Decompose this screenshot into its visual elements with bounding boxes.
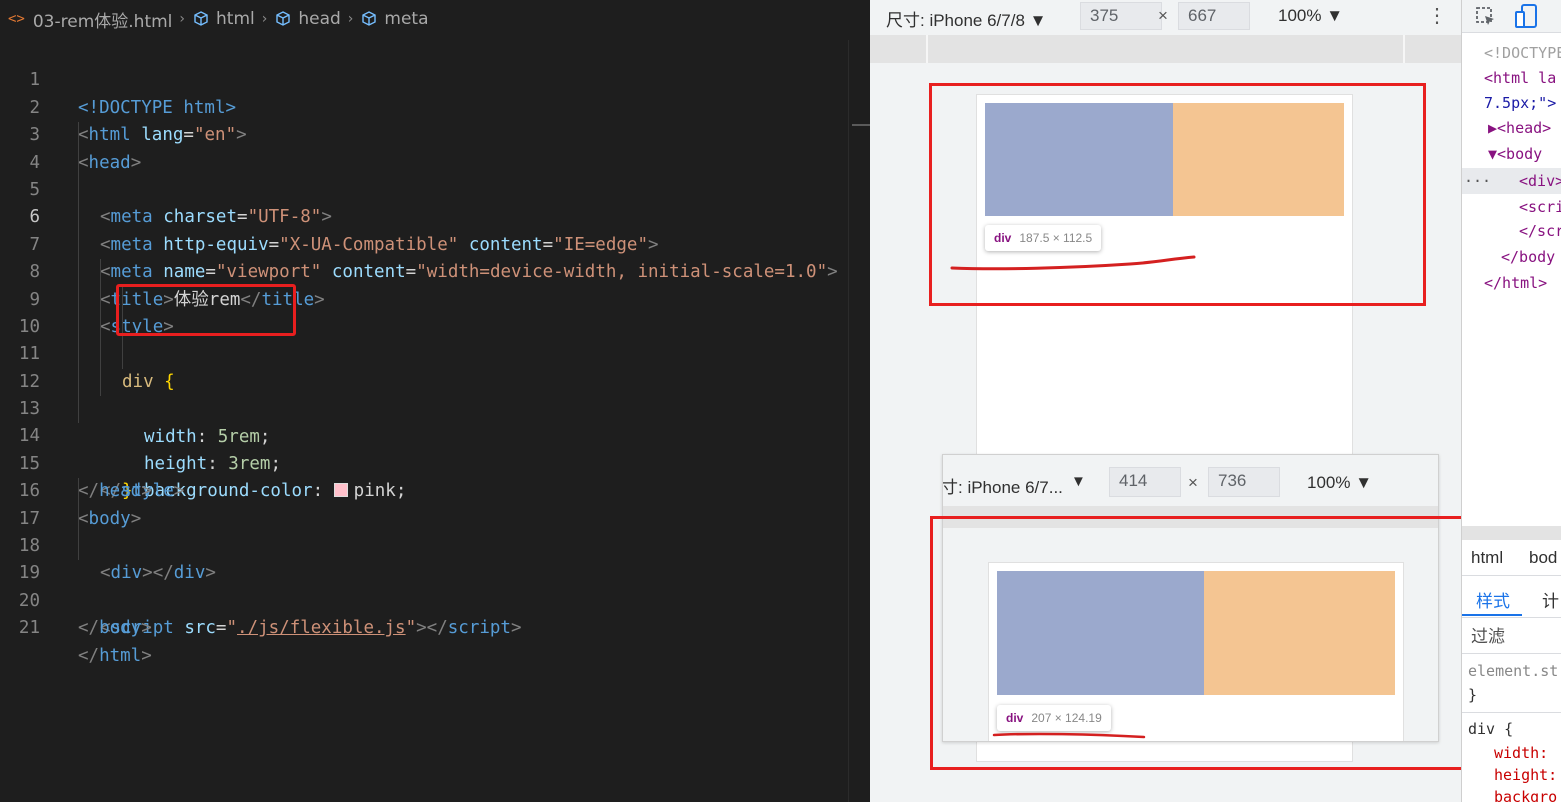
code-editor[interactable]: <> 03-rem体验.html › html › head › meta 1 …	[0, 0, 870, 802]
chevron-right-icon: ›	[179, 11, 185, 27]
width-input-second[interactable]: 414	[1109, 467, 1181, 497]
element-cube-icon	[362, 11, 377, 26]
times-icon: ×	[1188, 473, 1198, 492]
breadcrumb: <> 03-rem体验.html › html › head › meta	[0, 0, 870, 38]
rule-width-prop[interactable]: width:	[1494, 744, 1548, 762]
code-line: 18	[0, 505, 870, 556]
device-toolbar-second: 寸: iPhone 6/7... ▼ 414 × 736 100% ▼	[943, 465, 1438, 501]
dom-node-selected[interactable]: <div>	[1519, 168, 1561, 194]
annotation-box-device-1	[929, 83, 1426, 306]
height-input-second[interactable]: 736	[1208, 467, 1280, 497]
code-line: 2 <html lang="en">	[0, 67, 870, 145]
tab-active-indicator	[1462, 614, 1522, 616]
tab-computed[interactable]: 计	[1542, 587, 1559, 612]
dom-node[interactable]: ▼<body	[1488, 141, 1542, 167]
devtools-toolbar	[1462, 0, 1561, 33]
breadcrumb-file[interactable]: 03-rem体验.html	[33, 7, 173, 32]
dom-node[interactable]: ▶<head>	[1488, 115, 1551, 141]
code-line: 1 <!DOCTYPE html>	[0, 40, 870, 117]
element-style-close: }	[1468, 686, 1478, 704]
inspect-element-icon[interactable]	[1474, 5, 1498, 29]
code-line: 4 <meta charset="UTF-8">	[0, 122, 870, 227]
code-line: 8 <style>	[0, 231, 870, 337]
breadcrumb-head[interactable]: head	[274, 9, 341, 29]
code-line: 12 background-color: pink;	[0, 341, 870, 501]
styles-tabs: 样式 计	[1462, 578, 1561, 618]
zoom-select[interactable]: 100% ▼	[1278, 6, 1343, 26]
rule-bg-prop[interactable]: backgro	[1494, 788, 1557, 802]
zoom-select-second[interactable]: 100% ▼	[1307, 473, 1372, 493]
breadcrumb-html[interactable]: html	[192, 9, 255, 29]
code-line: 5 <meta http-equiv="X-UA-Compatible" con…	[0, 149, 870, 255]
devtools-panel[interactable]: <!DOCTYPE <html la 7.5px;"> ▶<head> ▼<bo…	[1461, 0, 1561, 802]
dom-node[interactable]: <html la	[1484, 65, 1556, 91]
dom-node[interactable]: </html>	[1484, 270, 1547, 296]
dom-breadcrumb-body[interactable]: bod	[1529, 548, 1557, 568]
dom-node[interactable]: <scri	[1519, 194, 1561, 220]
breadcrumb-meta[interactable]: meta	[360, 9, 429, 29]
styles-filter-input[interactable]: 过滤	[1462, 620, 1561, 654]
dom-node[interactable]: </scr	[1519, 218, 1561, 244]
device-select-second[interactable]: 寸: iPhone 6/7...	[943, 473, 1063, 498]
code-line: 3 <head>	[0, 95, 870, 172]
rule-selector[interactable]: div {	[1468, 720, 1513, 738]
code-line: 14 </style>	[0, 396, 870, 501]
height-input[interactable]: 667	[1178, 2, 1250, 30]
html-file-icon: <>	[8, 11, 25, 27]
device-toggle-icon[interactable]	[1514, 3, 1540, 31]
minimap-cursor	[852, 124, 870, 126]
panel-splitter[interactable]	[1462, 526, 1561, 540]
code-line: 9 div {	[0, 259, 870, 392]
code-line: 13 }	[0, 368, 870, 501]
code-line: 17 <div></div>	[0, 478, 870, 583]
code-line-active: 6 <meta name="viewport" content="width=d…	[0, 176, 870, 282]
code-line: 16 <body>	[0, 451, 870, 528]
tab-styles[interactable]: 样式	[1476, 587, 1510, 612]
minimap[interactable]	[848, 40, 870, 802]
element-style-selector: element.st	[1468, 662, 1559, 680]
dom-breadcrumb-html[interactable]: html	[1471, 548, 1503, 568]
dom-breadcrumb: html bod	[1462, 540, 1561, 576]
code-line: 21 </html>	[0, 588, 870, 665]
device-select[interactable]: 尺寸: iPhone 6/7/8 ▼	[886, 6, 1046, 31]
annotation-box-device-2	[930, 516, 1482, 770]
code-line: 7 <title>体验rem</title>	[0, 204, 870, 310]
annotation-box-code	[116, 284, 296, 336]
times-icon: ×	[1158, 6, 1168, 25]
node-ellipsis-icon[interactable]: ···	[1464, 168, 1491, 194]
code-line: 20 </body>	[0, 560, 870, 638]
more-options-icon[interactable]: ⋮	[1427, 3, 1447, 28]
dom-node: 7.5px;">	[1484, 94, 1557, 112]
chevron-right-icon: ›	[347, 11, 354, 27]
script-src-link[interactable]: ./js/flexible.js	[237, 618, 406, 638]
element-cube-icon	[276, 11, 291, 26]
device-toolbar: 尺寸: iPhone 6/7/8 ▼ 375 × 667 100% ▼ ⋮	[870, 0, 1461, 33]
breadcrumb-head-label: head	[298, 9, 341, 29]
breadcrumb-meta-label: meta	[384, 9, 429, 29]
breadcrumb-html-label: html	[216, 9, 255, 29]
width-input[interactable]: 375	[1080, 2, 1162, 30]
line-number: 21	[18, 618, 40, 639]
caret-down-icon[interactable]: ▼	[1071, 473, 1086, 490]
element-cube-icon	[194, 11, 208, 26]
code-line: 19 <script src="./js/flexible.js"></scri…	[0, 533, 870, 638]
media-query-ruler[interactable]	[870, 35, 1461, 63]
dom-node[interactable]: </body	[1501, 244, 1555, 270]
rule-height-prop[interactable]: height:	[1494, 766, 1557, 784]
chevron-right-icon: ›	[261, 11, 268, 27]
code-line: 15 </head>	[0, 423, 870, 501]
dom-node[interactable]: <!DOCTYPE	[1484, 40, 1561, 66]
